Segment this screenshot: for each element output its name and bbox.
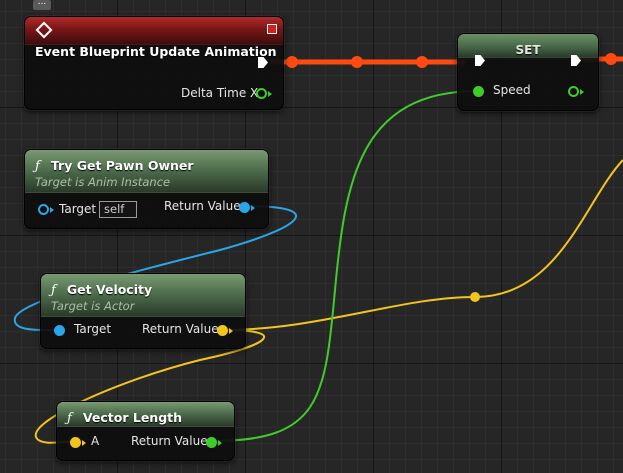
- get-velocity-node-title: Get Velocity: [66, 282, 153, 297]
- a-input-pin[interactable]: [70, 437, 81, 448]
- close-square-icon[interactable]: [267, 24, 277, 34]
- try-get-pawn-owner-node[interactable]: ƒ Try Get Pawn Owner Target is Anim Inst…: [24, 149, 269, 229]
- return-value-pin[interactable]: [239, 202, 250, 213]
- event-diamond-icon: [35, 21, 53, 39]
- vector-wire-b: [222, 159, 623, 331]
- event-node-header[interactable]: Event Blueprint Update Animation: [25, 17, 283, 59]
- return-value-label: Return Value: [131, 434, 208, 448]
- return-value-label: Return Value: [142, 322, 219, 336]
- speed-input-pin[interactable]: [473, 86, 484, 97]
- a-label: A: [91, 434, 100, 448]
- exec-wire-knot: [605, 53, 617, 65]
- get-velocity-node-subtitle: Target is Actor: [51, 299, 135, 313]
- function-f-icon: ƒ: [51, 283, 56, 298]
- return-value-label: Return Value: [164, 199, 241, 213]
- delta-time-label: Delta Time X: [181, 86, 259, 100]
- target-label: Target: [59, 202, 97, 216]
- pawn-owner-node-header[interactable]: ƒ Try Get Pawn Owner Target is Anim Inst…: [25, 150, 268, 193]
- speed-label: Speed: [493, 83, 531, 97]
- get-velocity-node[interactable]: ƒ Get Velocity Target is Actor Target Re…: [40, 273, 246, 349]
- set-node-title: SET: [515, 43, 541, 57]
- vector-wire-knot: [470, 292, 480, 302]
- speed-output-pin[interactable]: [568, 86, 579, 97]
- set-node-header[interactable]: SET: [458, 34, 598, 58]
- return-value-pin[interactable]: [206, 437, 217, 448]
- target-input-pin[interactable]: [38, 204, 49, 215]
- target-label: Target: [74, 322, 112, 336]
- pawn-owner-node-title: Try Get Pawn Owner: [50, 158, 194, 173]
- event-update-animation-node[interactable]: Event Blueprint Update Animation Delta T…: [24, 16, 284, 110]
- exec-wire-knot: [351, 56, 363, 68]
- float-wire: [211, 90, 479, 442]
- function-f-icon: ƒ: [67, 411, 72, 426]
- set-speed-node[interactable]: SET Speed: [457, 33, 599, 111]
- exec-wire-knot: [286, 56, 298, 68]
- return-value-pin[interactable]: [217, 325, 228, 336]
- pawn-owner-node-subtitle: Target is Anim Instance: [35, 175, 171, 189]
- vector-length-node-header[interactable]: ƒ Vector Length: [57, 402, 234, 427]
- function-f-icon: ƒ: [35, 159, 40, 174]
- vector-length-node-title: Vector Length: [82, 410, 183, 425]
- delta-time-pin[interactable]: [256, 88, 267, 99]
- event-node-title: Event Blueprint Update Animation: [35, 44, 277, 59]
- vector-length-node[interactable]: ƒ Vector Length A Return Value: [56, 401, 235, 461]
- get-velocity-node-header[interactable]: ƒ Get Velocity Target is Actor: [41, 274, 245, 317]
- target-self-field[interactable]: self: [99, 201, 137, 218]
- comment-bubble-icon[interactable]: ...: [33, 0, 51, 10]
- target-input-pin[interactable]: [54, 325, 65, 336]
- exec-wire-knot: [416, 56, 428, 68]
